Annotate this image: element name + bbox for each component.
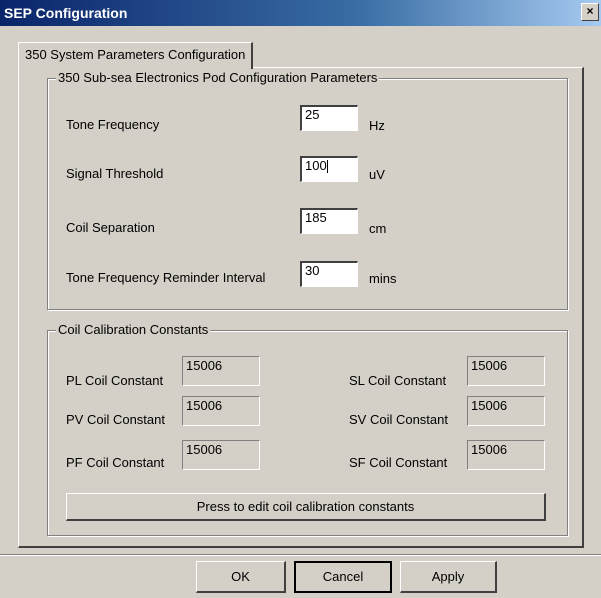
ok-button[interactable]: OK [196,561,286,593]
pv-coil-constant-value: 15006 [182,396,260,426]
coil-separation-input[interactable]: 185 [300,208,358,234]
pl-coil-constant-value: 15006 [182,356,260,386]
close-button[interactable]: × [581,3,599,21]
coil-separation-label: Coil Separation [66,220,155,235]
pf-coil-constant-value: 15006 [182,440,260,470]
cancel-button[interactable]: Cancel [294,561,392,593]
reminder-interval-input[interactable]: 30 [300,261,358,287]
sl-coil-constant-value: 15006 [467,356,545,386]
footer-divider [0,554,601,556]
window-title: SEP Configuration [4,5,128,21]
pod-config-group-title: 350 Sub-sea Electronics Pod Configuratio… [56,70,380,85]
signal-threshold-input[interactable]: 100 [300,156,358,182]
tone-frequency-label: Tone Frequency [66,117,160,132]
tone-frequency-input[interactable]: 25 [300,105,358,131]
title-bar[interactable]: SEP Configuration × [0,0,601,26]
text-caret [326,160,328,174]
tone-frequency-unit: Hz [369,118,385,133]
pv-coil-constant-label: PV Coil Constant [66,412,165,427]
sf-coil-constant-value: 15006 [467,440,545,470]
reminder-interval-unit: mins [369,271,397,286]
sv-coil-constant-value: 15006 [467,396,545,426]
sv-coil-constant-label: SV Coil Constant [349,412,448,427]
close-icon: × [586,4,594,18]
pf-coil-constant-label: PF Coil Constant [66,455,165,470]
signal-threshold-label: Signal Threshold [66,166,164,181]
coil-separation-unit: cm [369,221,387,236]
signal-threshold-unit: uV [369,167,385,182]
edit-coil-constants-button[interactable]: Press to edit coil calibration constants [66,493,546,521]
apply-button[interactable]: Apply [400,561,497,593]
tab-system-parameters[interactable]: 350 System Parameters Configuration [18,42,254,69]
sl-coil-constant-label: SL Coil Constant [349,373,447,388]
pl-coil-constant-label: PL Coil Constant [66,373,164,388]
coil-calibration-group-title: Coil Calibration Constants [56,322,211,337]
sf-coil-constant-label: SF Coil Constant [349,455,448,470]
reminder-interval-label: Tone Frequency Reminder Interval [66,270,266,285]
